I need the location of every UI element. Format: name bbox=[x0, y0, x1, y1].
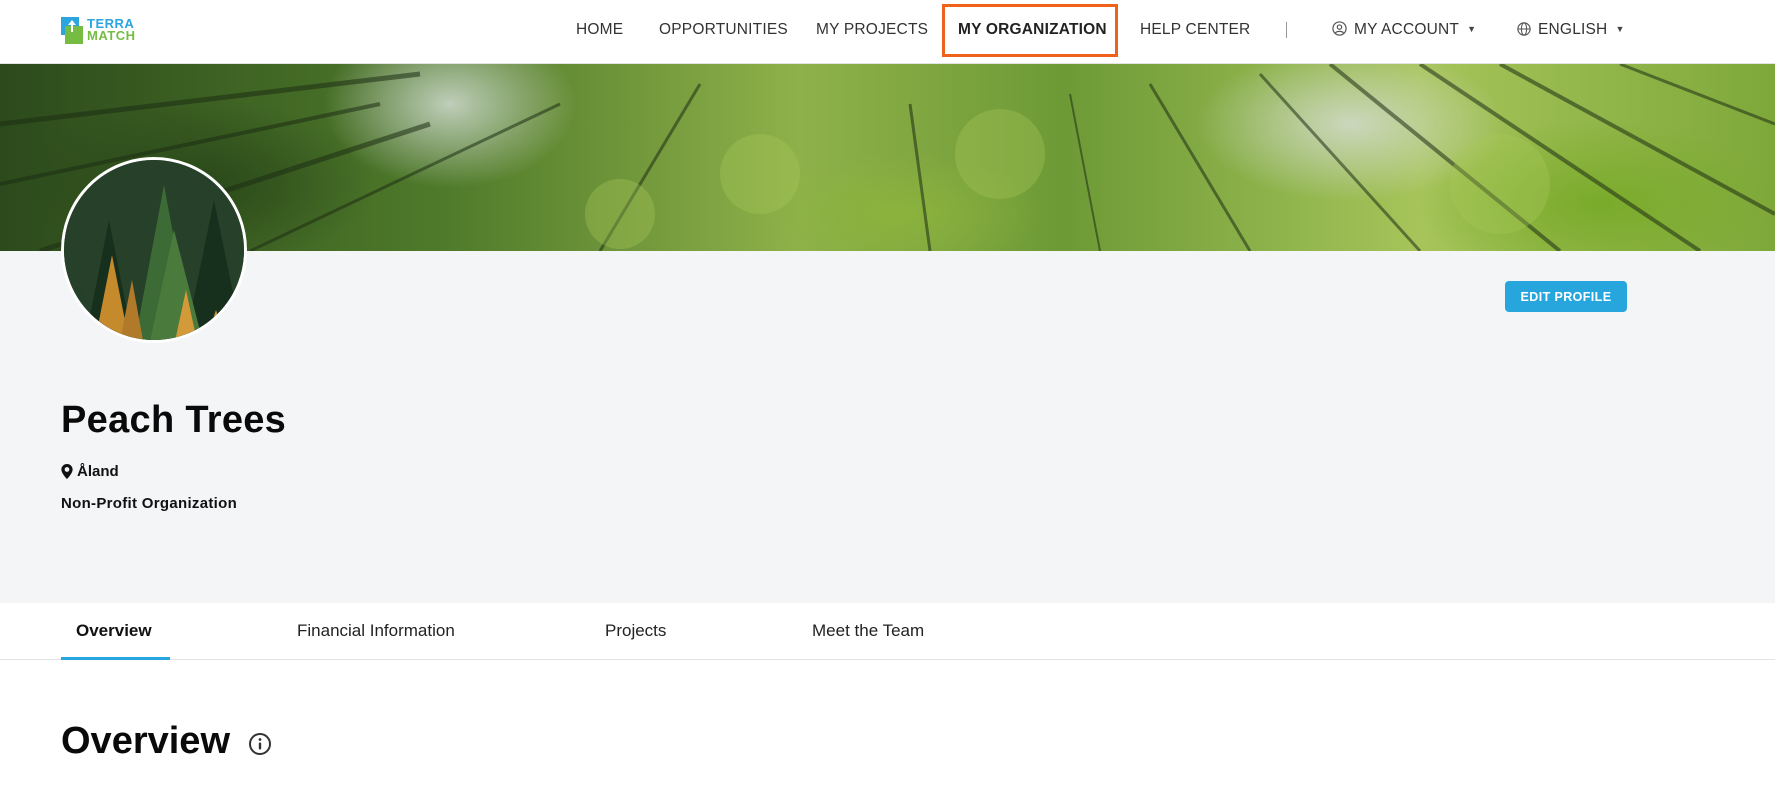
language-label: ENGLISH bbox=[1538, 21, 1608, 38]
edit-profile-button[interactable]: EDIT PROFILE bbox=[1505, 281, 1627, 312]
location-text: Åland bbox=[77, 463, 119, 480]
nav-help-center[interactable]: HELP CENTER bbox=[1140, 21, 1250, 39]
info-icon[interactable] bbox=[248, 732, 272, 756]
organization-type: Non-Profit Organization bbox=[61, 495, 238, 512]
caret-down-icon: ▼ bbox=[1615, 24, 1625, 34]
tab-meet-the-team[interactable]: Meet the Team bbox=[812, 621, 924, 641]
profile-tabs: Overview Financial Information Projects … bbox=[0, 603, 1775, 660]
my-account-label: MY ACCOUNT bbox=[1354, 21, 1460, 38]
logo-mark-icon bbox=[61, 16, 83, 44]
globe-icon bbox=[1517, 22, 1531, 36]
overview-section-heading: Overview bbox=[61, 720, 272, 763]
terramatch-logo[interactable]: TERRA MATCH bbox=[61, 16, 135, 44]
tab-overview[interactable]: Overview bbox=[76, 621, 152, 641]
tab-financial-information[interactable]: Financial Information bbox=[297, 621, 455, 641]
organization-name: Peach Trees bbox=[61, 399, 287, 441]
cover-banner-image bbox=[0, 64, 1775, 251]
organization-avatar bbox=[61, 157, 247, 343]
nav-opportunities[interactable]: OPPORTUNITIES bbox=[659, 21, 788, 39]
active-tab-indicator bbox=[61, 657, 170, 660]
nav-my-projects[interactable]: MY PROJECTS bbox=[816, 21, 928, 39]
nav-my-account[interactable]: MY ACCOUNT ▼ bbox=[1332, 21, 1476, 39]
caret-down-icon: ▼ bbox=[1467, 24, 1477, 34]
section-title: Overview bbox=[61, 720, 230, 762]
top-navigation-bar: TERRA MATCH HOME OPPORTUNITIES MY PROJEC… bbox=[0, 0, 1775, 64]
nav-my-organization[interactable]: MY ORGANIZATION bbox=[958, 21, 1107, 39]
nav-divider bbox=[1286, 22, 1287, 38]
logo-text-match: MATCH bbox=[87, 28, 136, 43]
tab-projects[interactable]: Projects bbox=[605, 621, 666, 641]
nav-home[interactable]: HOME bbox=[576, 21, 623, 39]
nav-language-selector[interactable]: ENGLISH ▼ bbox=[1517, 21, 1625, 39]
organization-location: Åland bbox=[61, 463, 119, 480]
user-circle-icon bbox=[1332, 21, 1347, 36]
map-pin-icon bbox=[61, 464, 73, 479]
